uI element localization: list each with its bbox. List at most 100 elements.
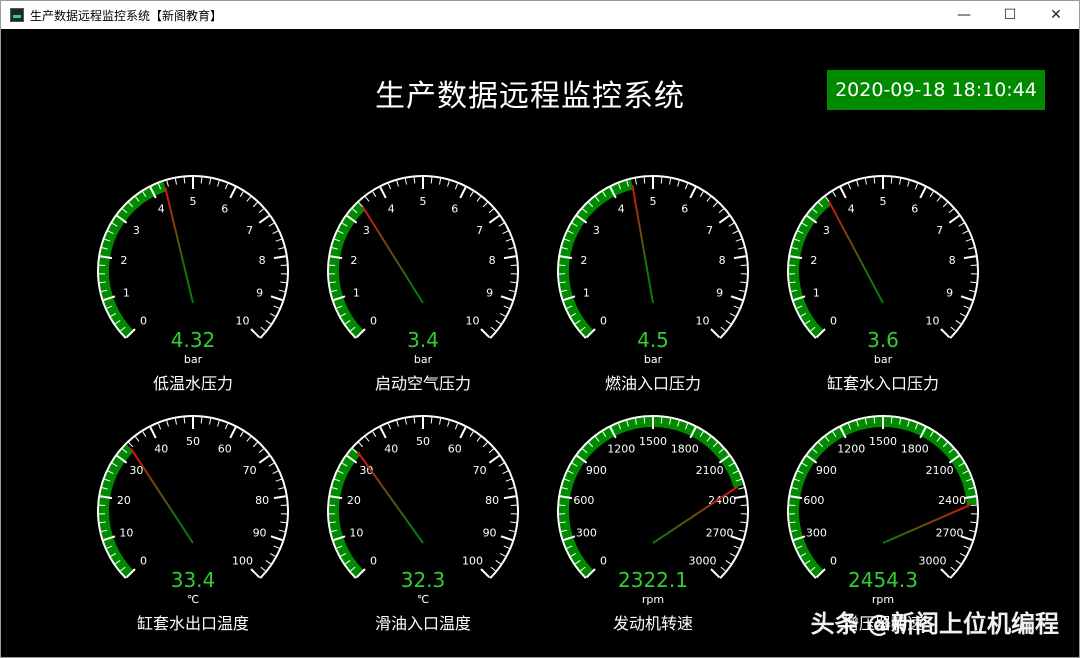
tick-label: 2100 [926,464,954,477]
tick-label: 1 [813,287,820,300]
minor-tick [936,196,942,202]
minor-tick [174,178,178,185]
tick-label: 3 [133,224,140,237]
minor-tick [258,208,264,214]
gauge-label: 缸套水出口温度 [137,614,249,633]
gauge-value-band [99,181,167,338]
minor-tick [684,183,689,190]
tick-label: 80 [485,494,499,507]
tick-label: 60 [218,443,232,456]
major-tick [258,214,270,224]
tick-label: 70 [473,464,487,477]
maximize-button[interactable]: ☐ [987,1,1033,29]
minor-tick [258,448,264,454]
minor-tick [970,281,977,284]
minor-tick [499,312,506,317]
tick-label: 9 [256,287,263,300]
minor-tick [482,202,488,208]
tick-label: 3 [363,224,370,237]
minor-tick [733,545,740,549]
minor-tick [278,487,285,490]
minor-tick [372,431,377,437]
minor-tick [950,566,956,572]
tick-label: 1 [353,287,360,300]
minimize-button[interactable]: — [941,1,987,29]
tick-label: 5 [880,195,887,208]
tick-label: 9 [716,287,723,300]
gauge-label: 燃油入口压力 [605,374,701,393]
tick-label: 10 [465,314,479,327]
major-tick [250,568,261,579]
minor-tick [948,208,954,214]
major-tick [379,426,387,439]
tick-label: 7 [706,224,713,237]
app-window: 生产数据远程监控系统【新阁教育】 — ☐ ✕ 生产数据远程监控系统 2020-0… [0,0,1080,658]
major-tick [488,454,500,464]
minor-tick [508,289,515,292]
tick-label: 6 [911,203,918,216]
major-tick [270,535,283,541]
minor-tick [269,552,276,557]
major-tick [710,568,721,579]
tick-label: 2 [810,254,817,267]
major-tick [718,214,730,224]
tick-label: 3 [823,224,830,237]
tick-label: 1200 [837,443,865,456]
tick-label: 0 [370,314,377,327]
close-button[interactable]: ✕ [1033,1,1079,29]
minor-tick [142,431,147,437]
minor-tick [166,180,169,187]
window-title: 生产数据远程监控系统【新阁教育】 [30,8,223,23]
tick-label: 2 [580,254,587,267]
minor-tick [968,289,975,292]
minor-tick [273,545,280,549]
tick-label: 2700 [706,527,734,540]
major-tick [500,535,513,541]
tick-label: 1500 [869,435,897,448]
minor-tick [733,305,740,309]
tick-label: 0 [370,554,377,567]
minor-tick [275,478,282,482]
minor-tick [174,418,178,425]
major-tick [960,295,973,301]
major-tick [730,295,743,301]
tick-label: 10 [235,314,249,327]
minor-tick [732,230,739,234]
major-tick [273,255,286,260]
gauge-panel: 0123456789104.32bar低温水压力0123456789103.4b… [97,175,979,633]
tick-label: 0 [140,554,147,567]
gauge-unit: rpm [642,593,664,606]
minor-tick [740,281,747,284]
tick-label: 9 [946,287,953,300]
gauge-4: 0 1 2 3 4 5 6 7 8 9 10 3.6bar 缸套水入口压力 [787,175,979,393]
gauge-value: 2322.1 [618,568,688,592]
gauge-unit: bar [874,353,893,366]
minor-tick [968,247,975,250]
minor-tick [706,196,712,202]
minor-tick [942,202,948,208]
minor-tick [725,320,732,325]
minor-tick [490,566,496,572]
gauge-unit: bar [184,353,203,366]
minor-tick [907,180,910,187]
minor-tick [128,442,134,448]
minor-tick [929,191,934,197]
major-tick [270,295,283,301]
tick-label: 0 [600,554,607,567]
major-tick [503,495,516,500]
minor-tick [438,418,442,425]
tick-label: 4 [388,203,395,216]
tick-label: 70 [243,464,257,477]
minor-tick [847,183,852,190]
gauge-needle [828,200,884,304]
minor-tick [396,420,399,427]
tick-label: 100 [462,554,483,567]
minor-tick [490,326,496,332]
minor-tick [962,230,969,234]
tick-label: 1500 [639,435,667,448]
tick-label: 2 [120,254,127,267]
minor-tick [482,442,488,448]
minor-tick [495,320,502,325]
title-bar[interactable]: 生产数据远程监控系统【新阁教育】 — ☐ ✕ [1,1,1079,29]
minor-tick [252,442,258,448]
